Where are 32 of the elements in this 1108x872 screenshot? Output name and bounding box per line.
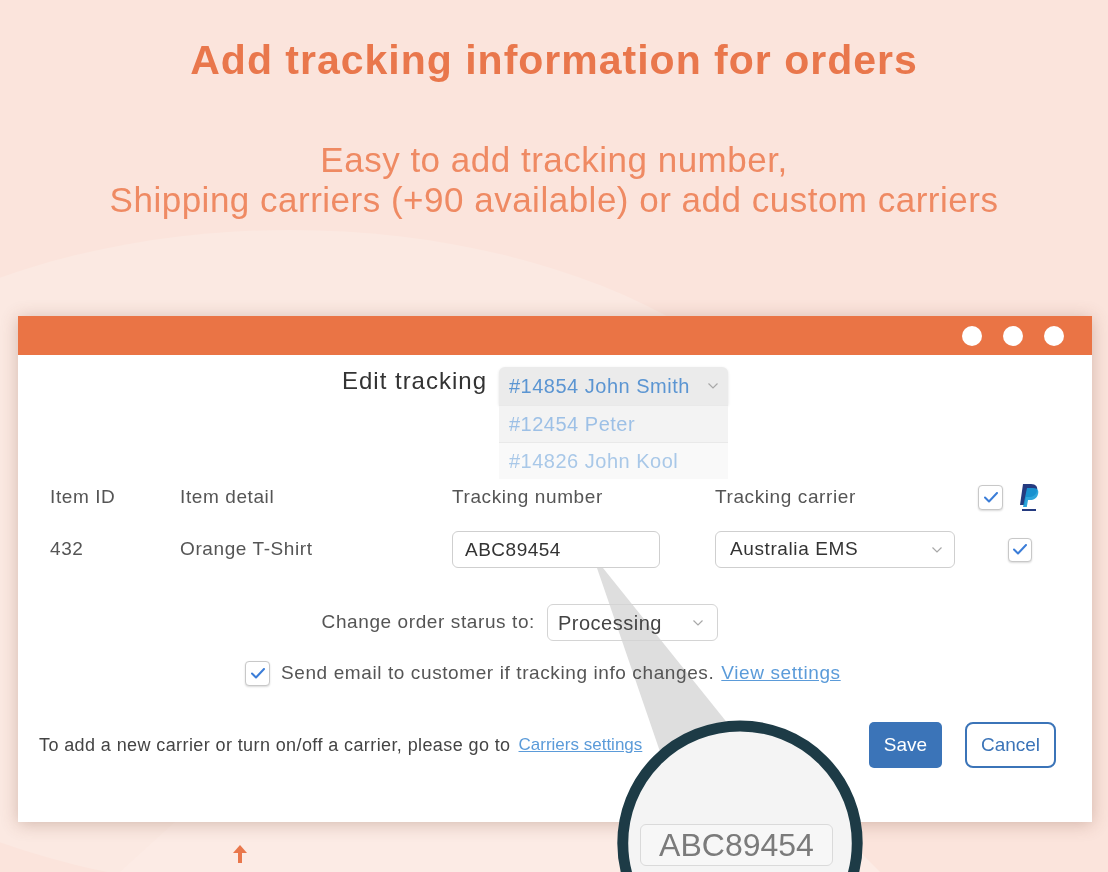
checkbox[interactable]: [1008, 537, 1032, 562]
arrow-up-icon: [233, 845, 247, 863]
checkmark-icon: [250, 668, 265, 679]
save-button[interactable]: Save: [869, 722, 942, 768]
email-option-text: Send email to customer if tracking info changes.: [281, 661, 715, 686]
edit-tracking-label: Edit tracking: [341, 367, 487, 395]
table-cell: Orange T-Shirt: [180, 538, 313, 560]
chevron-down-icon: [708, 383, 718, 389]
subtitle-line: Easy to add tracking number,: [320, 140, 788, 180]
subtitle-line: Shipping carriers (+90 available) or add custom carriers: [109, 180, 999, 220]
checkmark-icon: [1013, 544, 1027, 555]
footer-note: To add a new carrier or turn on/off a carrier, please go to: [39, 733, 511, 757]
order-status-select[interactable]: Processing: [547, 604, 718, 641]
magnified-field: ABC89454: [640, 824, 833, 866]
carriers-settings-link[interactable]: Carriers settings: [518, 732, 643, 758]
table-cell: 432: [50, 538, 84, 560]
order-dropdown[interactable]: #14854 John Smith: [499, 367, 728, 405]
checkmark-icon: [983, 491, 998, 503]
tracking-number-input[interactable]: ABC89454: [452, 531, 660, 568]
chevron-down-icon: [932, 546, 942, 553]
page-title: Add tracking information for orders: [190, 36, 918, 84]
chevron-down-icon: [693, 619, 703, 626]
column-header: Item detail: [180, 485, 275, 507]
order-status-label: Change order starus to:: [321, 610, 535, 635]
checkbox[interactable]: [245, 661, 270, 686]
cancel-button[interactable]: Cancel: [965, 722, 1056, 768]
column-header: Tracking number: [452, 485, 603, 507]
column-header: Tracking carrier: [715, 485, 856, 507]
column-header: Item ID: [50, 485, 116, 507]
checkbox[interactable]: [978, 484, 1003, 510]
carrier-select[interactable]: Australia EMS: [715, 531, 955, 568]
view-settings-link[interactable]: View settings: [721, 659, 841, 688]
